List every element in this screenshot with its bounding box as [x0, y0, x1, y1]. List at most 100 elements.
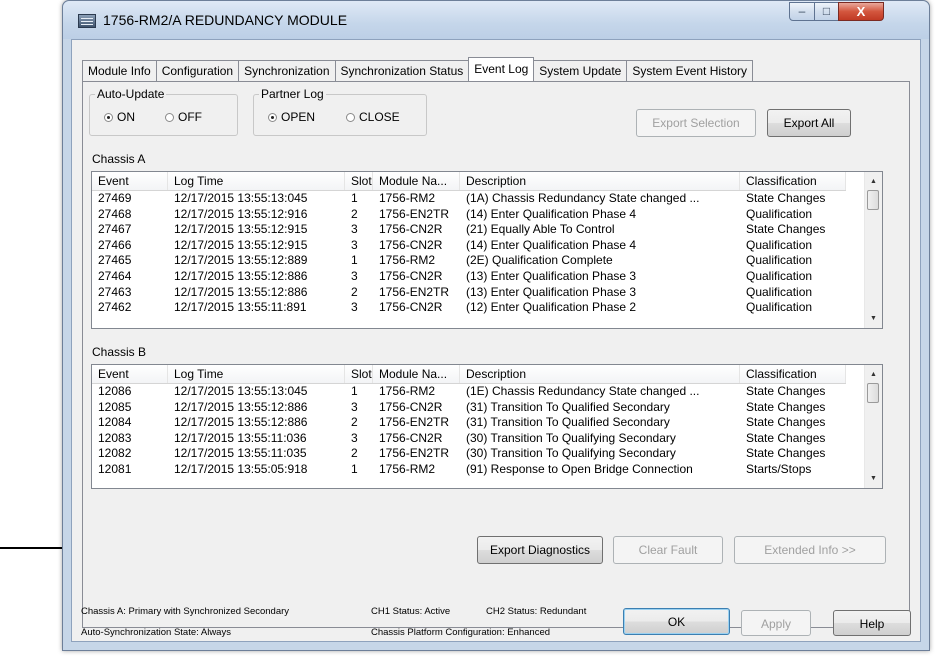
table-row[interactable]: 27462 12/17/2015 13:55:11:891 3 1756-CN2R (1…: [92, 300, 846, 316]
vertical-scrollbar[interactable]: ▲ ▼: [864, 172, 882, 328]
cell-description: (21) Equally Able To Control: [466, 222, 615, 237]
scroll-up-icon[interactable]: ▲: [865, 173, 882, 190]
table-row[interactable]: 12085 12/17/2015 13:55:12:886 3 1756-CN2R (3…: [92, 400, 846, 416]
chassis-a-event-list[interactable]: Event Log Time Slot Module Na... Description…: [91, 171, 883, 329]
column-header-log-time[interactable]: Log Time: [168, 172, 345, 190]
cell-classification: State Changes: [746, 399, 826, 414]
cell-description: (14) Enter Qualification Phase 4: [466, 206, 637, 221]
cell-module-name: 1756-EN2TR: [379, 446, 450, 461]
column-header-description[interactable]: Description: [460, 172, 740, 190]
table-row[interactable]: 27465 12/17/2015 13:55:12:889 1 1756-RM2 (2E…: [92, 253, 846, 269]
auto-update-title: Auto-Update: [95, 87, 167, 101]
scroll-thumb[interactable]: [867, 383, 879, 403]
table-row[interactable]: 27466 12/17/2015 13:55:12:915 3 1756-CN2R (1…: [92, 238, 846, 254]
table-row[interactable]: 12082 12/17/2015 13:55:11:035 2 1756-EN2TR (…: [92, 446, 846, 462]
table-row[interactable]: 27469 12/17/2015 13:55:13:045 1 1756-RM2 (1A…: [92, 191, 846, 207]
table-row[interactable]: 27464 12/17/2015 13:55:12:886 3 1756-CN2R (1…: [92, 269, 846, 285]
help-button[interactable]: Help: [833, 610, 911, 636]
chassis-b-event-list[interactable]: Event Log Time Slot Module Na... Description…: [91, 364, 883, 489]
partner-log-open-radio[interactable]: OPEN: [268, 110, 315, 124]
clear-fault-button[interactable]: Clear Fault: [613, 536, 723, 564]
scroll-down-icon[interactable]: ▼: [865, 310, 882, 327]
scroll-up-icon[interactable]: ▲: [865, 366, 882, 383]
cell-slot: 3: [351, 237, 358, 252]
cell-log-time: 12/17/2015 13:55:12:886: [174, 268, 308, 283]
cell-slot: 1: [351, 384, 358, 398]
table-row[interactable]: 27463 12/17/2015 13:55:12:886 2 1756-EN2TR (…: [92, 285, 846, 301]
table-row[interactable]: 12086 12/17/2015 13:55:13:045 1 1756-RM2 (1E…: [92, 384, 846, 400]
table-row[interactable]: 12081 12/17/2015 13:55:05:918 1 1756-RM2 (91…: [92, 462, 846, 478]
auto-update-on-radio[interactable]: ON: [104, 110, 135, 124]
cell-log-time: 12/17/2015 13:55:11:891: [174, 300, 307, 315]
cell-slot: 3: [351, 300, 358, 315]
column-header-slot[interactable]: Slot: [345, 365, 373, 383]
cell-event: 27466: [98, 237, 132, 252]
cell-classification: State Changes: [746, 384, 826, 398]
cell-description: (1E) Chassis Redundancy State changed ..…: [466, 384, 700, 398]
column-header-module-name[interactable]: Module Na...: [373, 172, 460, 190]
status-chassis-a: Chassis A: Primary with Synchronized Sec…: [81, 606, 290, 617]
cell-event: 12085: [98, 399, 132, 414]
apply-button[interactable]: Apply: [741, 610, 811, 636]
export-selection-button[interactable]: Export Selection: [636, 109, 756, 137]
vertical-scrollbar[interactable]: ▲ ▼: [864, 365, 882, 488]
table-row[interactable]: 27468 12/17/2015 13:55:12:916 2 1756-EN2TR (…: [92, 207, 846, 223]
tab-module-info[interactable]: Module Info: [82, 60, 157, 81]
scroll-down-icon[interactable]: ▼: [865, 470, 882, 487]
maximize-icon: □: [822, 4, 831, 18]
ok-button[interactable]: OK: [623, 608, 730, 635]
cell-slot: 3: [351, 399, 358, 414]
cell-module-name: 1756-CN2R: [379, 430, 443, 445]
cell-event: 12082: [98, 446, 132, 461]
export-diagnostics-button[interactable]: Export Diagnostics: [477, 536, 603, 564]
cell-description: (30) Transition To Qualifying Secondary: [466, 430, 676, 445]
column-header-slot[interactable]: Slot: [345, 172, 373, 190]
minimize-button[interactable]: –: [789, 2, 815, 21]
tab-system-event-history[interactable]: System Event History: [626, 60, 754, 81]
cell-event: 27469: [98, 191, 132, 205]
column-header-event[interactable]: Event: [92, 365, 168, 383]
maximize-button[interactable]: □: [814, 2, 839, 21]
cell-module-name: 1756-EN2TR: [379, 284, 450, 299]
column-header-classification[interactable]: Classification: [740, 172, 846, 190]
cell-slot: 1: [351, 191, 358, 205]
cell-module-name: 1756-RM2: [379, 191, 436, 205]
event-log-panel: Auto-Update ON OFF Partner Log OPEN CLOS…: [82, 81, 910, 628]
column-header-module-name[interactable]: Module Na...: [373, 365, 460, 383]
auto-update-on-label: ON: [117, 110, 135, 124]
radio-selected-icon: [268, 113, 277, 122]
scroll-thumb[interactable]: [867, 190, 879, 210]
column-header-classification[interactable]: Classification: [740, 365, 846, 383]
cell-description: (12) Enter Qualification Phase 2: [466, 300, 637, 315]
cell-classification: Qualification: [746, 284, 813, 299]
cell-description: (30) Transition To Qualifying Secondary: [466, 446, 676, 461]
cell-module-name: 1756-RM2: [379, 461, 436, 476]
tab-system-update[interactable]: System Update: [533, 60, 628, 81]
cell-event: 12086: [98, 384, 132, 398]
column-header-event[interactable]: Event: [92, 172, 168, 190]
table-row[interactable]: 12084 12/17/2015 13:55:12:886 2 1756-EN2TR (…: [92, 415, 846, 431]
cell-slot: 3: [351, 268, 358, 283]
cell-description: (2E) Qualification Complete: [466, 253, 613, 268]
table-row[interactable]: 27467 12/17/2015 13:55:12:915 3 1756-CN2R (2…: [92, 222, 846, 238]
table-row[interactable]: 12083 12/17/2015 13:55:11:036 3 1756-CN2R (3…: [92, 431, 846, 447]
extended-info-button[interactable]: Extended Info >>: [734, 536, 886, 564]
tab-configuration[interactable]: Configuration: [155, 60, 240, 81]
cell-log-time: 12/17/2015 13:55:11:036: [174, 430, 307, 445]
column-header-description[interactable]: Description: [460, 365, 740, 383]
title-bar[interactable]: 1756-RM2/A REDUNDANCY MODULE – □ X: [63, 1, 929, 39]
export-all-button[interactable]: Export All: [767, 109, 851, 137]
partner-log-close-radio[interactable]: CLOSE: [346, 110, 400, 124]
tab-synchronization[interactable]: Synchronization: [238, 60, 336, 81]
column-header-log-time[interactable]: Log Time: [168, 365, 345, 383]
cell-classification: State Changes: [746, 191, 826, 205]
cell-description: (13) Enter Qualification Phase 3: [466, 268, 637, 283]
list-header: Event Log Time Slot Module Na... Description…: [92, 172, 846, 191]
auto-update-off-radio[interactable]: OFF: [165, 110, 202, 124]
cell-module-name: 1756-EN2TR: [379, 206, 450, 221]
cell-description: (13) Enter Qualification Phase 3: [466, 284, 637, 299]
tab-synchronization-status[interactable]: Synchronization Status: [334, 60, 470, 81]
radio-unselected-icon: [346, 113, 355, 122]
close-button[interactable]: X: [838, 2, 884, 21]
tab-event-log[interactable]: Event Log: [468, 57, 535, 81]
